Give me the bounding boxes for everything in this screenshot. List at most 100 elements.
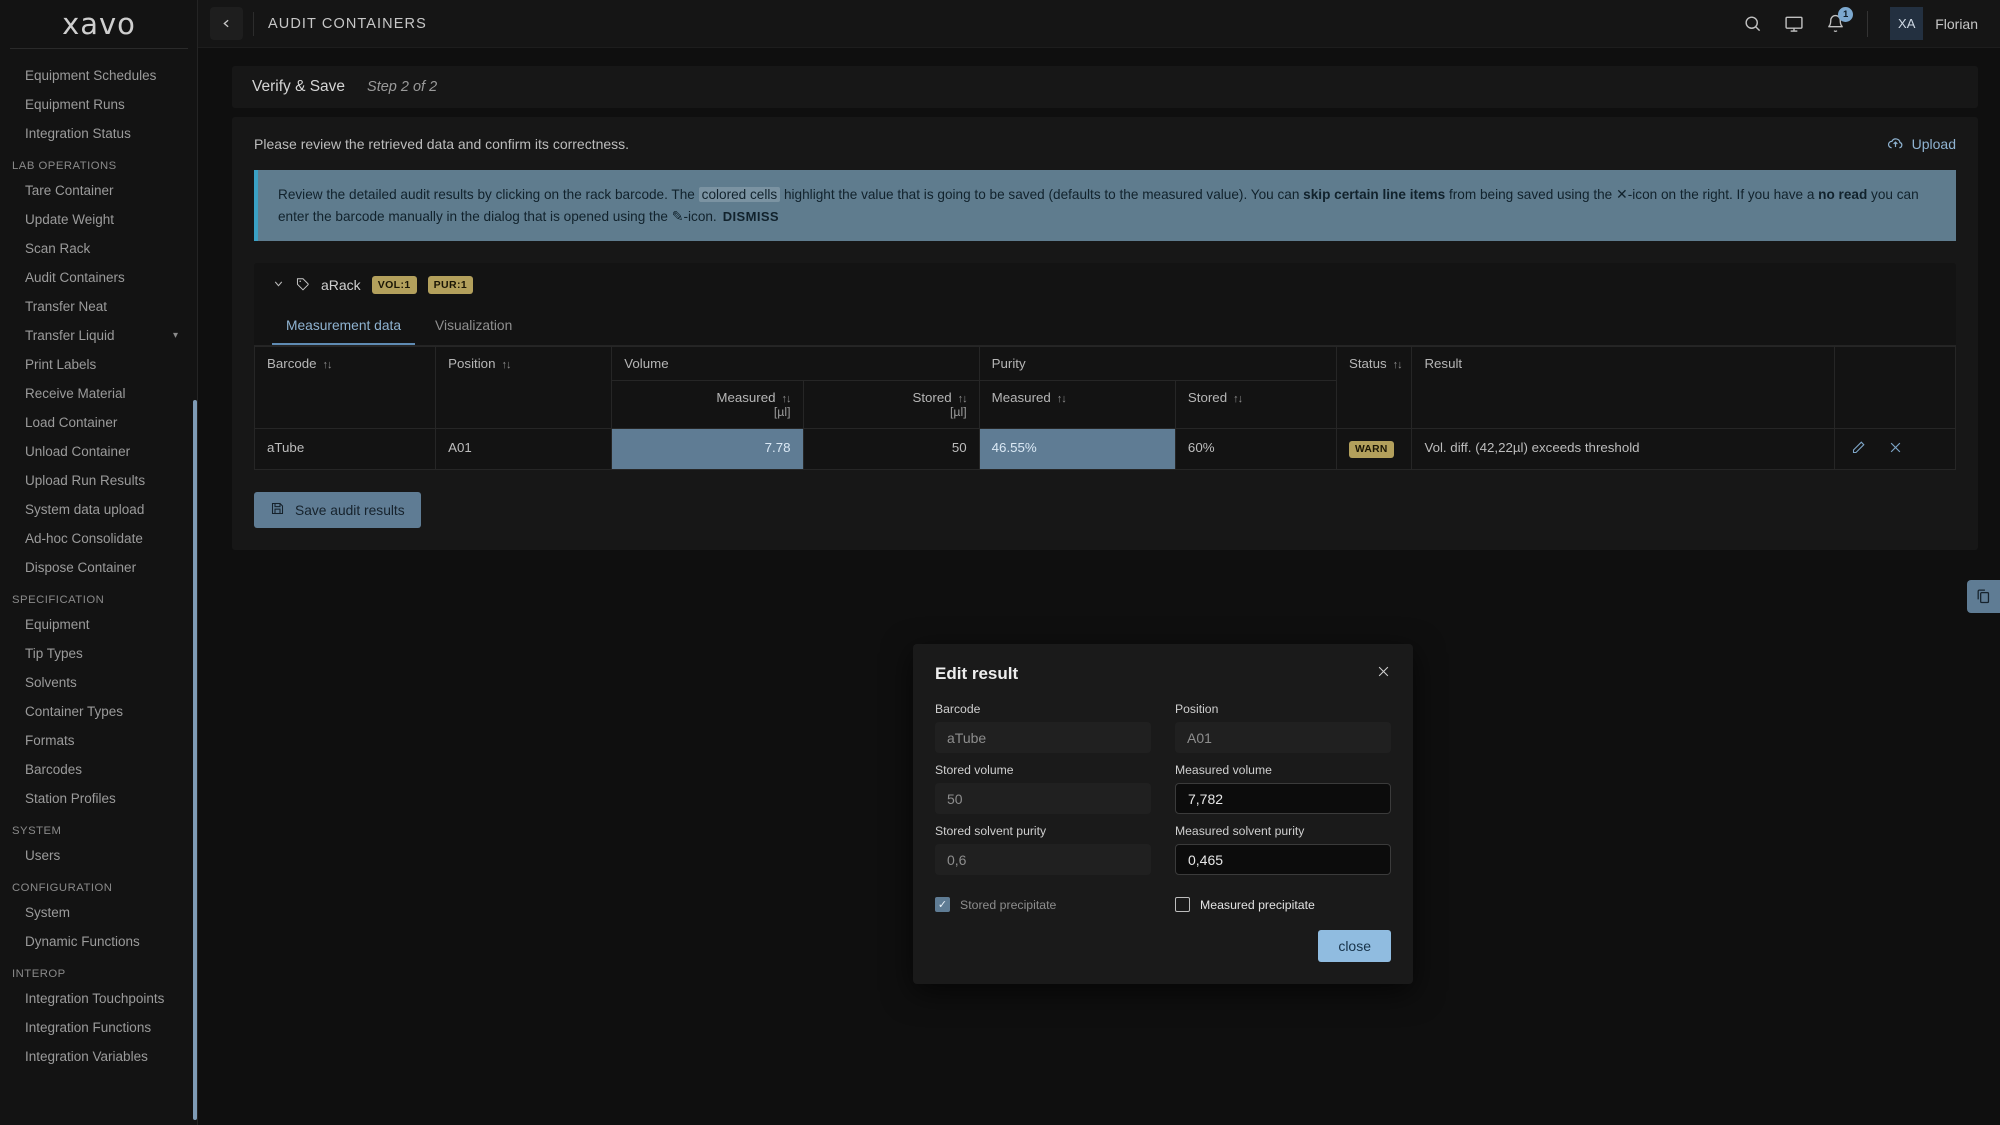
info-banner: Review the detailed audit results by cli… <box>254 170 1956 242</box>
sidebar-item-solvents[interactable]: Solvents <box>0 668 198 697</box>
sidebar-item-equipment-runs[interactable]: Equipment Runs <box>0 90 198 119</box>
sidebar-item-label: Transfer Neat <box>25 299 108 314</box>
sidebar-item-update-weight[interactable]: Update Weight <box>0 205 198 234</box>
cell-volume-stored[interactable]: 50 <box>802 428 980 471</box>
floppy-disk-icon <box>270 501 285 519</box>
sidebar-item-dispose-container[interactable]: Dispose Container <box>0 553 198 582</box>
measured-volume-label: Measured volume <box>1175 763 1272 777</box>
rack-chip-pur: PUR:1 <box>427 276 474 295</box>
sort-icon[interactable]: ↑↓ <box>782 393 792 405</box>
sidebar-item-label: System data upload <box>25 502 145 517</box>
back-button[interactable] <box>210 7 243 40</box>
col-status[interactable]: Status ↑↓ <box>1335 346 1413 430</box>
field-stored-purity: Stored solvent purity 0,6 <box>935 824 1151 875</box>
copy-documents-icon[interactable] <box>1967 580 2000 613</box>
barcode-field[interactable]: aTube <box>935 722 1151 753</box>
chevron-down-icon[interactable]: ▾ <box>173 321 178 350</box>
position-field[interactable]: A01 <box>1175 722 1391 753</box>
sidebar-item-station-profiles[interactable]: Station Profiles <box>0 784 198 813</box>
col-status-label: Status <box>1348 356 1387 372</box>
cell-purity-measured[interactable]: 46.55% <box>978 428 1176 471</box>
sidebar-item-container-types[interactable]: Container Types <box>0 697 198 726</box>
col-purity-group: Purity <box>978 346 1337 382</box>
cell-barcode[interactable]: aTube <box>253 428 437 471</box>
bell-icon[interactable]: 1 <box>1826 7 1854 33</box>
sort-icon[interactable]: ↑↓ <box>1057 393 1067 405</box>
stored-volume-field[interactable]: 50 <box>935 783 1151 814</box>
sidebar-item-dynamic-functions[interactable]: Dynamic Functions <box>0 927 198 956</box>
sidebar-item-scan-rack[interactable]: Scan Rack <box>0 234 198 263</box>
upload-button[interactable]: Upload <box>1887 135 1956 152</box>
col-volume-measured[interactable]: Measured ↑↓ [µl] <box>611 380 804 430</box>
stored-volume-label: Stored volume <box>935 763 1014 777</box>
pencil-icon[interactable] <box>1851 440 1866 458</box>
sidebar-item-label: Dynamic Functions <box>25 934 140 949</box>
chevron-down-icon[interactable] <box>272 277 285 293</box>
table-row[interactable]: aTube A01 7.78 50 46.55% 60% WARN Vol. d… <box>253 428 1956 471</box>
sidebar-item-unload-container[interactable]: Unload Container <box>0 437 198 466</box>
sidebar-item-transfer-liquid[interactable]: Transfer Liquid ▾ <box>0 321 198 350</box>
status-badge: WARN <box>1348 441 1394 459</box>
measured-precipitate-checkbox[interactable] <box>1175 897 1190 912</box>
review-text: Please review the retrieved data and con… <box>254 135 630 152</box>
col-purity-stored[interactable]: Stored ↑↓ <box>1174 380 1337 430</box>
rack-header[interactable]: aRack VOL:1 PUR:1 <box>254 263 1956 307</box>
dismiss-button[interactable]: DISMISS <box>723 209 779 224</box>
sort-icon[interactable]: ↑↓ <box>958 393 968 405</box>
col-barcode[interactable]: Barcode ↑↓ <box>253 346 437 430</box>
sidebar-item-equipment-schedules[interactable]: Equipment Schedules <box>0 61 198 90</box>
col-volume-stored[interactable]: Stored ↑↓ [µl] <box>802 380 980 430</box>
sidebar-item-upload-run-results[interactable]: Upload Run Results <box>0 466 198 495</box>
sort-icon[interactable]: ↑↓ <box>1233 393 1243 405</box>
sidebar-item-equipment[interactable]: Equipment <box>0 610 198 639</box>
stored-precipitate-checkbox: ✓ <box>935 897 950 912</box>
monitor-icon[interactable] <box>1784 14 1804 34</box>
sort-icon[interactable]: ↑↓ <box>323 359 333 371</box>
field-measured-purity: Measured solvent purity 0,465 <box>1175 824 1391 875</box>
sidebar-item-load-container[interactable]: Load Container <box>0 408 198 437</box>
verify-panel: Please review the retrieved data and con… <box>232 117 1978 551</box>
search-icon[interactable] <box>1743 14 1762 33</box>
sidebar-item-barcodes[interactable]: Barcodes <box>0 755 198 784</box>
tab-measurement-data[interactable]: Measurement data <box>272 307 416 346</box>
tab-visualization[interactable]: Visualization <box>421 307 526 345</box>
sidebar-item-users[interactable]: Users <box>0 841 198 870</box>
sidebar-item-integration-variables[interactable]: Integration Variables <box>0 1042 198 1071</box>
sidebar-section-interop: INTEROP <box>12 968 66 980</box>
sidebar-item-receive-material[interactable]: Receive Material <box>0 379 198 408</box>
stored-precipitate-row: ✓ Stored precipitate <box>935 897 1151 912</box>
sidebar-item-transfer-neat[interactable]: Transfer Neat <box>0 292 198 321</box>
field-position: Position A01 <box>1175 702 1391 753</box>
cell-purity-stored[interactable]: 60% <box>1174 428 1337 471</box>
sort-icon[interactable]: ↑↓ <box>501 359 511 371</box>
close-icon[interactable] <box>1376 664 1391 684</box>
sidebar-item-integration-status[interactable]: Integration Status <box>0 119 198 148</box>
dialog-close-button[interactable]: close <box>1318 930 1391 962</box>
close-icon[interactable] <box>1888 440 1903 458</box>
sort-icon[interactable]: ↑↓ <box>1393 359 1403 371</box>
col-purity-measured[interactable]: Measured ↑↓ <box>978 380 1176 430</box>
measured-volume-field[interactable]: 7,782 <box>1175 783 1391 814</box>
sidebar-item-audit-containers[interactable]: Audit Containers <box>0 263 198 292</box>
save-audit-results-button[interactable]: Save audit results <box>254 492 421 529</box>
sidebar-item-ad-hoc-consolidate[interactable]: Ad-hoc Consolidate <box>0 524 198 553</box>
username-label[interactable]: Florian <box>1935 16 1978 32</box>
sidebar-item-integration-touchpoints[interactable]: Integration Touchpoints <box>0 984 198 1013</box>
review-row: Please review the retrieved data and con… <box>254 135 1956 152</box>
sidebar-item-system[interactable]: System <box>0 898 198 927</box>
stored-solvent-purity-field[interactable]: 0,6 <box>935 844 1151 875</box>
measured-solvent-purity-field[interactable]: 0,465 <box>1175 844 1391 875</box>
avatar[interactable]: XA <box>1890 7 1924 40</box>
sidebar-item-print-labels[interactable]: Print Labels <box>0 350 198 379</box>
brand-logo[interactable]: xavo <box>0 0 198 48</box>
sidebar-item-tip-types[interactable]: Tip Types <box>0 639 198 668</box>
sidebar-item-system-data-upload[interactable]: System data upload <box>0 495 198 524</box>
sidebar-item-formats[interactable]: Formats <box>0 726 198 755</box>
field-measured-volume: Measured volume 7,782 <box>1175 763 1391 814</box>
upload-label: Upload <box>1911 135 1956 152</box>
col-position[interactable]: Position ↑↓ <box>435 346 613 430</box>
cell-volume-measured[interactable]: 7.78 <box>611 428 804 471</box>
sidebar-item-tare-container[interactable]: Tare Container <box>0 176 198 205</box>
sidebar-item-integration-functions[interactable]: Integration Functions <box>0 1013 198 1042</box>
sidebar-item-label: Station Profiles <box>25 791 116 806</box>
